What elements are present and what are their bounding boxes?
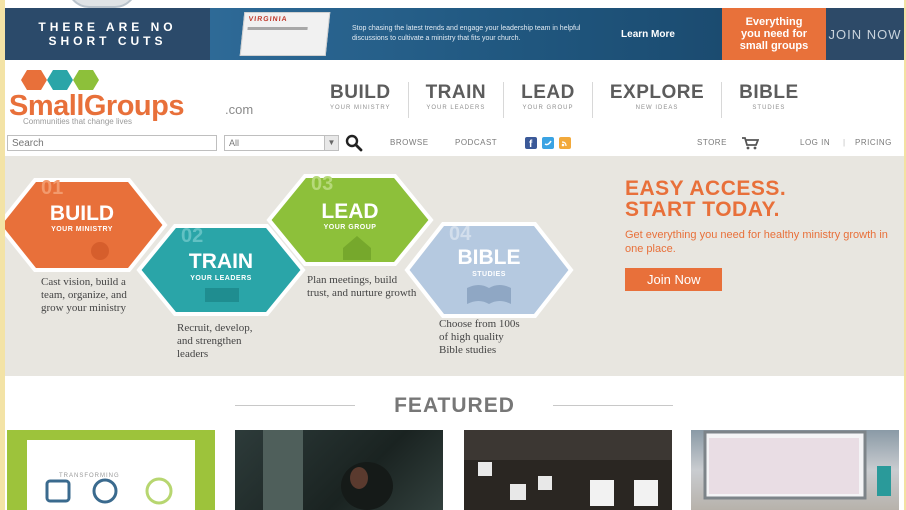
logo-hexagons-icon xyxy=(21,70,99,90)
main-nav: BUILD YOUR MINISTRY TRAIN YOUR LEADERS L… xyxy=(313,82,816,118)
hex-number: 04 xyxy=(449,223,472,245)
hex-sub: YOUR MINISTRY xyxy=(51,226,113,233)
twitter-icon[interactable] xyxy=(542,137,554,149)
hex-bible[interactable]: 04 BIBLE STUDIES xyxy=(404,222,574,318)
site-logo[interactable]: SmallGroups .com Communities that change… xyxy=(9,70,269,126)
nav-item-build[interactable]: BUILD YOUR MINISTRY xyxy=(313,82,409,118)
cta-headline-line1: EASY ACCESS. xyxy=(625,177,787,200)
promo-banner[interactable]: THERE ARE NO SHORT CUTS VIRGINIA Stop ch… xyxy=(5,8,904,60)
featured-card-3[interactable] xyxy=(464,430,672,510)
card-photo xyxy=(263,430,393,510)
nav-item-sub: YOUR GROUP xyxy=(522,105,574,111)
shopping-cart-icon[interactable] xyxy=(741,136,759,150)
banner-join-now-button[interactable]: JOIN NOW xyxy=(826,8,904,60)
hex-title: LEAD xyxy=(321,200,378,223)
join-now-button[interactable]: Join Now xyxy=(625,268,723,291)
banner-middle: VIRGINIA Stop chasing the latest trends … xyxy=(210,8,722,60)
card-image: TRANSFORMING xyxy=(27,440,195,510)
page: THERE ARE NO SHORT CUTS VIRGINIA Stop ch… xyxy=(5,0,904,510)
nav-item-train[interactable]: TRAIN YOUR LEADERS xyxy=(409,82,505,118)
nav-item-title: BIBLE xyxy=(739,82,799,103)
banner-headline-line1: THERE ARE NO xyxy=(38,20,177,34)
nav-item-sub: YOUR MINISTRY xyxy=(330,105,391,111)
banner-headline: THERE ARE NO SHORT CUTS xyxy=(5,8,210,60)
hero-cta: EASY ACCESS. START TODAY. Get everything… xyxy=(625,178,895,291)
hex-title: BIBLE xyxy=(458,246,521,269)
rss-icon[interactable] xyxy=(559,137,571,149)
logo-dotcom: .com xyxy=(225,102,254,117)
nav-item-title: BUILD xyxy=(330,82,391,103)
facebook-icon[interactable]: f xyxy=(525,137,537,149)
nav-item-title: TRAIN xyxy=(425,82,487,103)
hex-sub: YOUR GROUP xyxy=(324,224,377,231)
browse-link[interactable]: BROWSE xyxy=(390,138,429,147)
search-category-value: All xyxy=(229,138,240,148)
hex-build[interactable]: 01 BUILD YOUR MINISTRY xyxy=(5,177,168,272)
hex-build-desc: Cast vision, build a team, organize, and… xyxy=(41,276,127,314)
nav-item-sub: STUDIES xyxy=(752,105,786,111)
nav-item-sub: YOUR LEADERS xyxy=(426,105,486,111)
store-link[interactable]: STORE xyxy=(697,138,727,147)
nav-item-explore[interactable]: EXPLORE NEW IDEAS xyxy=(593,82,723,118)
hex-train-desc: Recruit, develop, and strengthen leaders xyxy=(177,322,253,360)
banner-everything-line3: small groups xyxy=(739,40,809,52)
hex-number: 01 xyxy=(41,177,63,199)
banner-everything-box[interactable]: Everything you need for small groups xyxy=(722,8,826,60)
utility-bar: All ▼ BROWSE PODCAST f STORE LOG IN xyxy=(5,133,904,153)
featured-card-4[interactable] xyxy=(691,430,899,510)
hex-bible-desc: Choose from 100s of high quality Bible s… xyxy=(439,318,520,356)
nav-item-title: LEAD xyxy=(521,82,575,103)
hero-section: 01 BUILD YOUR MINISTRY 02 TRAIN YOUR LEA… xyxy=(5,156,904,376)
cta-headline-line2: START TODAY. xyxy=(625,198,780,221)
logo-tagline: Communities that change lives xyxy=(23,117,132,126)
site-header: SmallGroups .com Communities that change… xyxy=(5,62,904,132)
hex-title: BUILD xyxy=(50,202,114,225)
card-photo xyxy=(464,430,672,506)
banner-promo-text: Stop chasing the latest trends and engag… xyxy=(352,25,581,42)
util-divider: | xyxy=(843,138,846,147)
learn-more-link[interactable]: Learn More xyxy=(618,29,678,40)
card-photo xyxy=(703,430,891,500)
banner-headline-line2: SHORT CUTS xyxy=(48,34,167,48)
nav-item-lead[interactable]: LEAD YOUR GROUP xyxy=(504,82,593,118)
search-icon[interactable] xyxy=(345,134,363,152)
featured-card-1[interactable]: TRANSFORMING xyxy=(7,430,215,510)
gear-icon xyxy=(91,242,109,260)
chevron-down-icon: ▼ xyxy=(324,136,338,150)
hex-number: 02 xyxy=(181,225,203,247)
nav-item-bible[interactable]: BIBLE STUDIES xyxy=(722,82,816,118)
book-title: VIRGINIA xyxy=(248,16,289,23)
hex-train[interactable]: 02 TRAIN YOUR LEADERS xyxy=(136,224,306,316)
featured-card-2[interactable] xyxy=(235,430,443,510)
podcast-link[interactable]: PODCAST xyxy=(455,138,497,147)
nav-item-title: EXPLORE xyxy=(609,82,705,103)
hex-lead-desc: Plan meetings, build trust, and nurture … xyxy=(307,274,417,299)
card-caption: TRANSFORMING xyxy=(59,473,120,479)
featured-heading: FEATURED xyxy=(5,392,904,418)
cta-subtext: Get everything you need for healthy mini… xyxy=(625,229,888,255)
book-image: VIRGINIA xyxy=(239,12,331,56)
login-link[interactable]: LOG IN xyxy=(800,138,830,147)
banner-everything-line2: you need for xyxy=(740,28,807,40)
hex-number: 03 xyxy=(311,173,333,195)
hex-lead[interactable]: 03 LEAD YOUR GROUP xyxy=(266,173,434,266)
featured-divider-right xyxy=(553,405,673,406)
hex-sub: STUDIES xyxy=(472,271,506,278)
search-category-select[interactable]: All ▼ xyxy=(224,135,339,151)
pricing-link[interactable]: PRICING xyxy=(855,138,892,147)
featured-title: FEATURED xyxy=(394,394,515,417)
hex-title: TRAIN xyxy=(189,250,253,273)
chart-icon xyxy=(205,288,239,302)
nav-item-sub: NEW IDEAS xyxy=(635,105,679,111)
book-subtitle-bar xyxy=(247,27,308,30)
top-emblem xyxy=(67,0,137,8)
hex-sub: YOUR LEADERS xyxy=(190,275,252,282)
search-input[interactable] xyxy=(7,135,217,151)
banner-everything-line1: Everything xyxy=(745,16,803,28)
